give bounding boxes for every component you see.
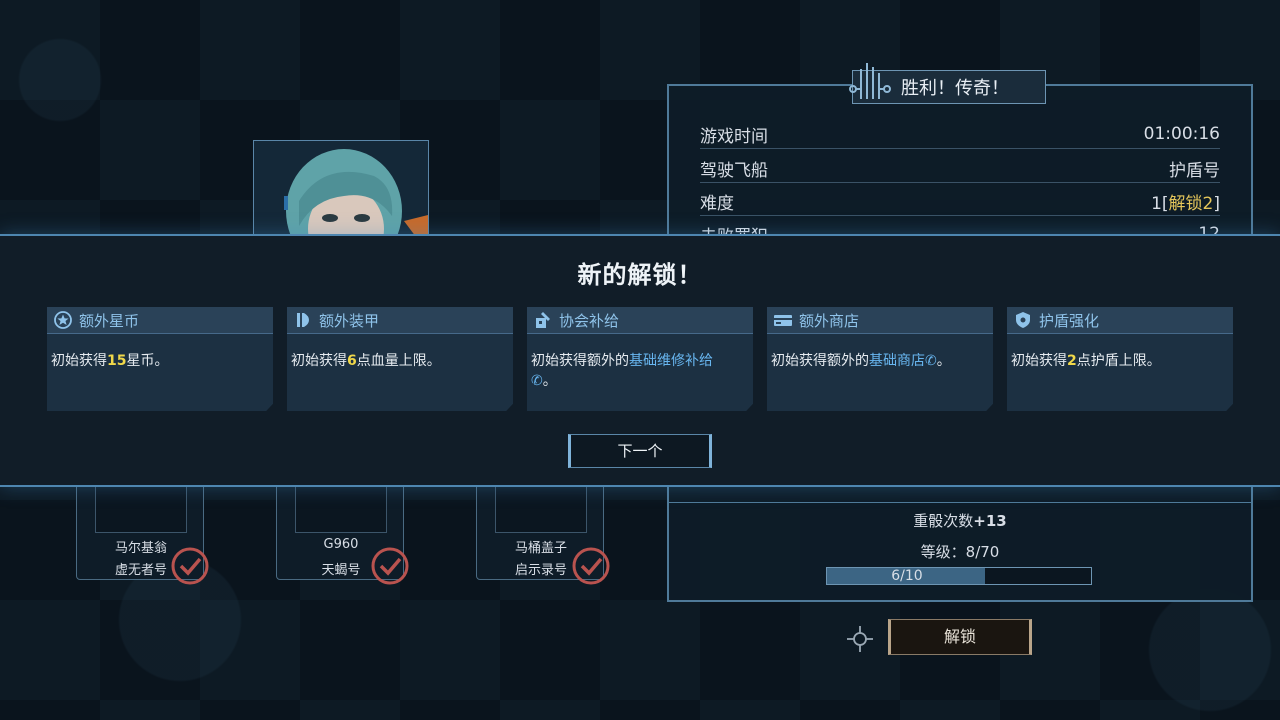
phone-icon: ✆ [925, 353, 937, 369]
card-title: 护盾强化 [1039, 311, 1100, 330]
ship-image [95, 481, 187, 533]
difficulty-unlock: 解锁2 [1168, 193, 1214, 214]
card-header: 额外星币 [47, 307, 273, 334]
level-display: 等级：8/70 [667, 541, 1253, 562]
phone-icon: ✆ [531, 373, 543, 389]
unlock-button[interactable]: 解锁 [888, 619, 1032, 655]
desc-value: 15 [107, 353, 127, 369]
xp-progress-text: 6/10 [891, 568, 923, 584]
ship-image [295, 481, 387, 533]
desc-text: 点护盾上限。 [1076, 353, 1161, 369]
card-title: 额外星币 [79, 311, 140, 330]
desc-text: 初始获得额外的 [531, 353, 629, 369]
stat-row-ship: 驾驶飞船 护盾号 [700, 154, 1220, 183]
stat-label: 游戏时间 [700, 126, 768, 147]
stat-label: 难度 [700, 193, 734, 214]
ship-image [495, 481, 587, 533]
stat-value: 护盾号 [1169, 160, 1220, 181]
level-value: 8/70 [965, 543, 1000, 561]
card-description: 初始获得额外的基础维修补给 ✆。 [531, 351, 745, 391]
card-header: 协会补给 [527, 307, 753, 334]
desc-text: 初始获得 [1011, 353, 1067, 369]
difficulty-level: 1[ [1151, 193, 1169, 214]
difficulty-bracket: ] [1213, 193, 1220, 214]
card-description: 初始获得2点护盾上限。 [1011, 351, 1225, 371]
checkmark-icon [371, 547, 409, 585]
desc-text: 初始获得 [51, 353, 107, 369]
checkmark-icon [171, 547, 209, 585]
reroll-label: 重骰次数 [913, 512, 974, 530]
card-title: 协会补给 [559, 311, 620, 330]
desc-text: 。 [936, 353, 951, 369]
results-title: 胜利！传奇！ [901, 78, 1009, 99]
stat-label: 驾驶飞船 [700, 160, 768, 181]
stat-row-time: 游戏时间 01:00:16 [700, 120, 1220, 149]
unlock-card-shield-boost: 护盾强化 初始获得2点护盾上限。 [1007, 307, 1233, 411]
unlock-card-guild-supply: 协会补给 初始获得额外的基础维修补给 ✆。 [527, 307, 753, 411]
pilot-portrait [253, 140, 429, 242]
card-description: 初始获得15星币。 [51, 351, 265, 371]
desc-text: 初始获得额外的 [771, 353, 869, 369]
desc-link[interactable]: 基础维修补给 [629, 353, 713, 369]
desc-link[interactable]: 基础商店 [869, 353, 925, 369]
pilot-face-image [254, 141, 428, 241]
desc-text: 初始获得 [291, 353, 347, 369]
xp-progress-bar: 6/10 [826, 567, 1092, 585]
card-description: 初始获得额外的基础商店✆。 [771, 351, 985, 371]
reroll-count: 重骰次数+13 [667, 510, 1253, 531]
unlock-card-extra-armor: 额外装甲 初始获得6点血量上限。 [287, 307, 513, 411]
card-description: 初始获得6点血量上限。 [291, 351, 505, 371]
modal-title: 新的解锁！ [577, 261, 703, 289]
stat-row-difficulty: 难度 1[解锁2] [700, 187, 1220, 216]
desc-value: 2 [1067, 353, 1077, 369]
next-button[interactable]: 下一个 [568, 434, 712, 468]
card-header: 额外商店 [767, 307, 993, 334]
desc-text: 点血量上限。 [356, 353, 441, 369]
unlock-card-extra-coins: 额外星币 初始获得15星币。 [47, 307, 273, 411]
desc-text: 星币。 [126, 353, 169, 369]
card-header: 护盾强化 [1007, 307, 1233, 334]
star-coin-icon [53, 310, 73, 330]
armor-icon [293, 310, 313, 330]
reroll-value: +13 [973, 512, 1007, 530]
supply-icon [533, 310, 553, 330]
desc-text: 。 [542, 373, 557, 389]
victory-emblem-icon [849, 63, 891, 99]
stat-value: 1[解锁2] [1151, 189, 1220, 214]
level-label: 等级： [920, 543, 966, 561]
shield-icon [1013, 310, 1033, 330]
unlock-card-extra-shop: 额外商店 初始获得额外的基础商店✆。 [767, 307, 993, 411]
results-title-plate: 胜利！传奇！ [849, 63, 1046, 104]
card-header: 额外装甲 [287, 307, 513, 334]
checkmark-icon [572, 547, 610, 585]
desc-value: 6 [347, 353, 357, 369]
stat-value: 01:00:16 [1143, 124, 1220, 144]
card-title: 额外商店 [799, 311, 860, 330]
shop-icon [773, 310, 793, 330]
card-title: 额外装甲 [319, 311, 380, 330]
crosshair-move-icon[interactable] [845, 624, 875, 654]
